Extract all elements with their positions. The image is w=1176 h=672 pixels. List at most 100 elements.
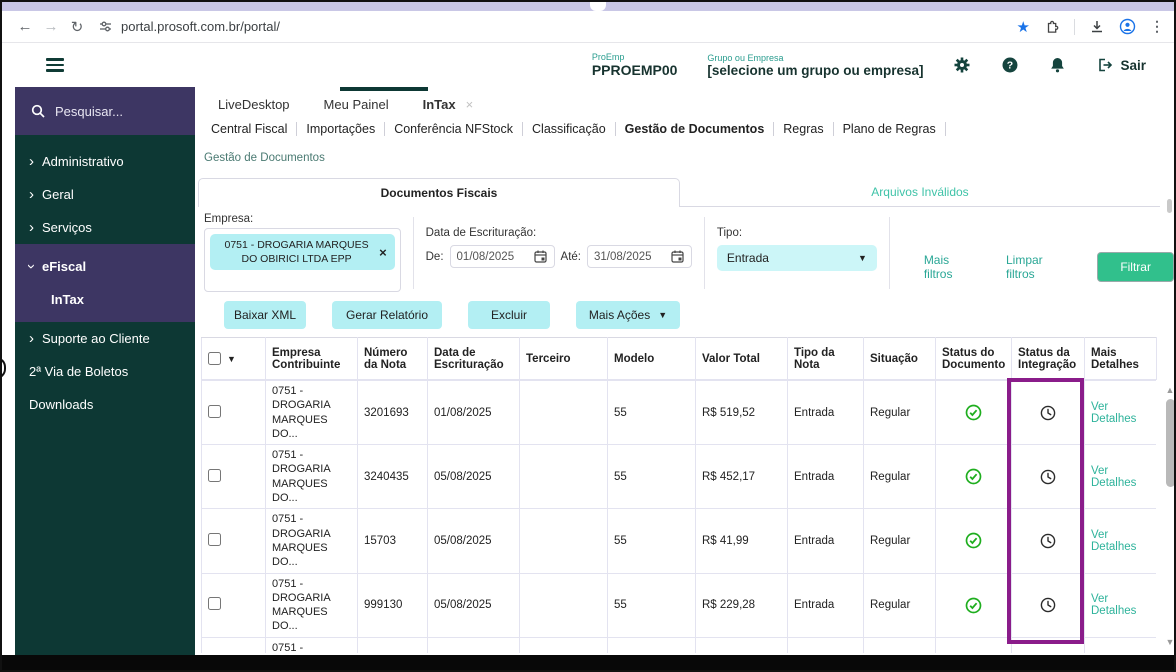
sidebar-item-downloads[interactable]: Downloads: [15, 388, 195, 421]
col-status-documento[interactable]: Status do Documento: [935, 337, 1012, 380]
row-checkbox[interactable]: [208, 597, 221, 611]
data-de-input[interactable]: [456, 250, 529, 263]
col-status-integracao[interactable]: Status da Integração: [1011, 337, 1085, 380]
scrollbar-thumb[interactable]: [1165, 399, 1174, 487]
browser-tab-notch: [590, 2, 606, 11]
back-icon[interactable]: ←: [12, 18, 38, 35]
col-empresa-contribuinte[interactable]: Empresa Contribuinte: [265, 337, 358, 380]
bookmark-star-icon[interactable]: ★: [1017, 18, 1030, 36]
table-row: 0751 - DROGARIA MARQUES DO... 3201693 01…: [201, 380, 1156, 446]
tab-livedesktop[interactable]: LiveDesktop: [218, 97, 290, 112]
sidebar-item-label: InTax: [51, 292, 84, 307]
sidebar-item-geral[interactable]: › Geral: [15, 178, 195, 211]
empresa-box[interactable]: 0751 - DROGARIA MARQUES DO OBIRICI LTDA …: [204, 228, 401, 292]
bottom-black-bar: [2, 655, 1174, 670]
subtab-central-fiscal[interactable]: Central Fiscal: [202, 122, 298, 136]
help-icon[interactable]: ?: [1001, 56, 1019, 74]
subtab-regras[interactable]: Regras: [774, 122, 834, 136]
col-modelo[interactable]: Modelo: [607, 337, 696, 380]
browser-menu-icon[interactable]: ⋮: [1150, 18, 1164, 35]
col-valor-total[interactable]: Valor Total: [695, 337, 788, 380]
empresa-chip[interactable]: 0751 - DROGARIA MARQUES DO OBIRICI LTDA …: [210, 234, 395, 271]
scroll-down-icon[interactable]: ▼: [1163, 637, 1174, 647]
grupo-empresa-field[interactable]: Grupo ou Empresa [selecione um grupo ou …: [707, 53, 923, 78]
row-checkbox[interactable]: [208, 468, 221, 482]
url-bar[interactable]: portal.prosoft.com.br/portal/: [98, 19, 1017, 34]
clock-icon: [1040, 469, 1056, 485]
notifications-bell-icon[interactable]: [1049, 56, 1067, 74]
sidebar-item-intax[interactable]: InTax: [15, 283, 195, 316]
browser-tabstrip: [2, 2, 1174, 11]
forward-icon[interactable]: →: [38, 18, 64, 35]
col-numero-nota[interactable]: Número da Nota: [357, 337, 428, 380]
table-row: 0751 - DROGARIA MARQUES DO... 999130 05/…: [201, 572, 1156, 638]
calendar-icon[interactable]: [533, 249, 548, 264]
ver-detalhes-link[interactable]: Ver Detalhes: [1091, 593, 1136, 617]
extensions-icon[interactable]: [1044, 19, 1060, 35]
table-row: 0751 - DROGARIA MARQUES DO... 19412881 0…: [201, 636, 1156, 653]
profile-icon[interactable]: [1119, 18, 1136, 35]
ver-detalhes-link[interactable]: Ver Detalhes: [1091, 529, 1136, 553]
col-situacao[interactable]: Situação: [863, 337, 936, 380]
tipo-value: Entrada: [726, 251, 769, 265]
mais-filtros-link[interactable]: Mais filtros: [924, 253, 970, 281]
row-checkbox[interactable]: [208, 532, 221, 546]
close-icon[interactable]: ×: [466, 97, 474, 112]
refresh-icon[interactable]: ↻: [64, 18, 90, 36]
empresa-label: Empresa:: [204, 213, 254, 225]
chip-close-icon[interactable]: ×: [379, 245, 387, 260]
subtab-conferencia-nfstock[interactable]: Conferência NFStock: [385, 122, 524, 136]
sidebar-item-servicos[interactable]: › Serviços: [15, 211, 195, 244]
sidebar-item-efiscal[interactable]: › eFiscal: [15, 250, 195, 283]
col-tipo-nota[interactable]: Tipo da Nota: [787, 337, 864, 380]
sidebar-item-administrativo[interactable]: › Administrativo: [15, 145, 195, 178]
subtab-plano-regras[interactable]: Plano de Regras: [834, 122, 946, 136]
grupo-empresa-value[interactable]: [selecione um grupo ou empresa]: [707, 63, 923, 78]
tipo-dropdown[interactable]: Entrada ▼: [716, 245, 877, 271]
chevron-right-icon: ›: [29, 153, 34, 170]
ver-detalhes-link[interactable]: Ver Detalhes: [1091, 401, 1136, 425]
cell-modelo: 55: [607, 380, 696, 446]
scroll-up-icon[interactable]: ▲: [1163, 385, 1174, 395]
proemp-value: PPROEMP00: [591, 62, 678, 78]
app-header: ProEmp PPROEMP00 Grupo ou Empresa [selec…: [2, 43, 1174, 87]
col-data-escrituracao[interactable]: Data de Escrituração: [427, 337, 520, 380]
download-icon[interactable]: [1089, 19, 1105, 35]
ver-detalhes-link[interactable]: Ver Detalhes: [1091, 465, 1136, 489]
sidebar-search[interactable]: Pesquisar...: [15, 87, 195, 135]
table-scrollbar[interactable]: ▲ ▼: [1163, 385, 1174, 647]
site-settings-icon[interactable]: [98, 19, 113, 34]
cell-terceiro: [519, 636, 608, 653]
cell-tipo: Entrada: [787, 508, 864, 574]
cell-situacao: Regular: [863, 572, 936, 638]
subtab-gestao-documentos[interactable]: Gestão de Documentos: [616, 122, 775, 136]
chevron-down-icon[interactable]: ▼: [227, 354, 236, 364]
gerar-relatorio-button[interactable]: Gerar Relatório: [332, 301, 442, 329]
tab-documentos-fiscais[interactable]: Documentos Fiscais: [198, 178, 680, 207]
gear-icon[interactable]: [953, 56, 971, 74]
hamburger-menu-icon[interactable]: [46, 55, 64, 75]
sidebar-item-suporte[interactable]: › Suporte ao Cliente: [15, 322, 195, 355]
tab-arquivos-invalidos[interactable]: Arquivos Inválidos: [680, 178, 1160, 207]
row-checkbox[interactable]: [208, 404, 221, 418]
page-scrollbar[interactable]: [1167, 199, 1172, 213]
col-mais-detalhes[interactable]: Mais Detalhes: [1084, 337, 1157, 380]
url-text[interactable]: portal.prosoft.com.br/portal/: [121, 19, 280, 34]
cell-tipo: Entrada: [787, 380, 864, 446]
filtrar-button[interactable]: Filtrar: [1097, 252, 1174, 282]
calendar-icon[interactable]: [670, 249, 685, 264]
col-terceiro[interactable]: Terceiro: [519, 337, 608, 380]
sidebar-item-boletos[interactable]: 2ª Via de Boletos: [15, 355, 195, 388]
data-ate-input[interactable]: [594, 250, 666, 263]
tab-meu-painel[interactable]: Meu Painel: [324, 97, 389, 112]
limpar-filtros-link[interactable]: Limpar filtros: [1006, 253, 1061, 281]
sair-button[interactable]: Sair: [1097, 57, 1146, 73]
mais-acoes-button[interactable]: Mais Ações ▼: [576, 301, 680, 329]
tab-intax[interactable]: InTax: [423, 97, 456, 112]
subtab-classificacao[interactable]: Classificação: [523, 122, 616, 136]
baixar-xml-button[interactable]: Baixar XML: [224, 301, 306, 329]
subtab-importacoes[interactable]: Importações: [297, 122, 386, 136]
chevron-down-icon: ▼: [857, 253, 867, 263]
excluir-button[interactable]: Excluir: [468, 301, 550, 329]
select-all-checkbox[interactable]: [208, 352, 221, 365]
